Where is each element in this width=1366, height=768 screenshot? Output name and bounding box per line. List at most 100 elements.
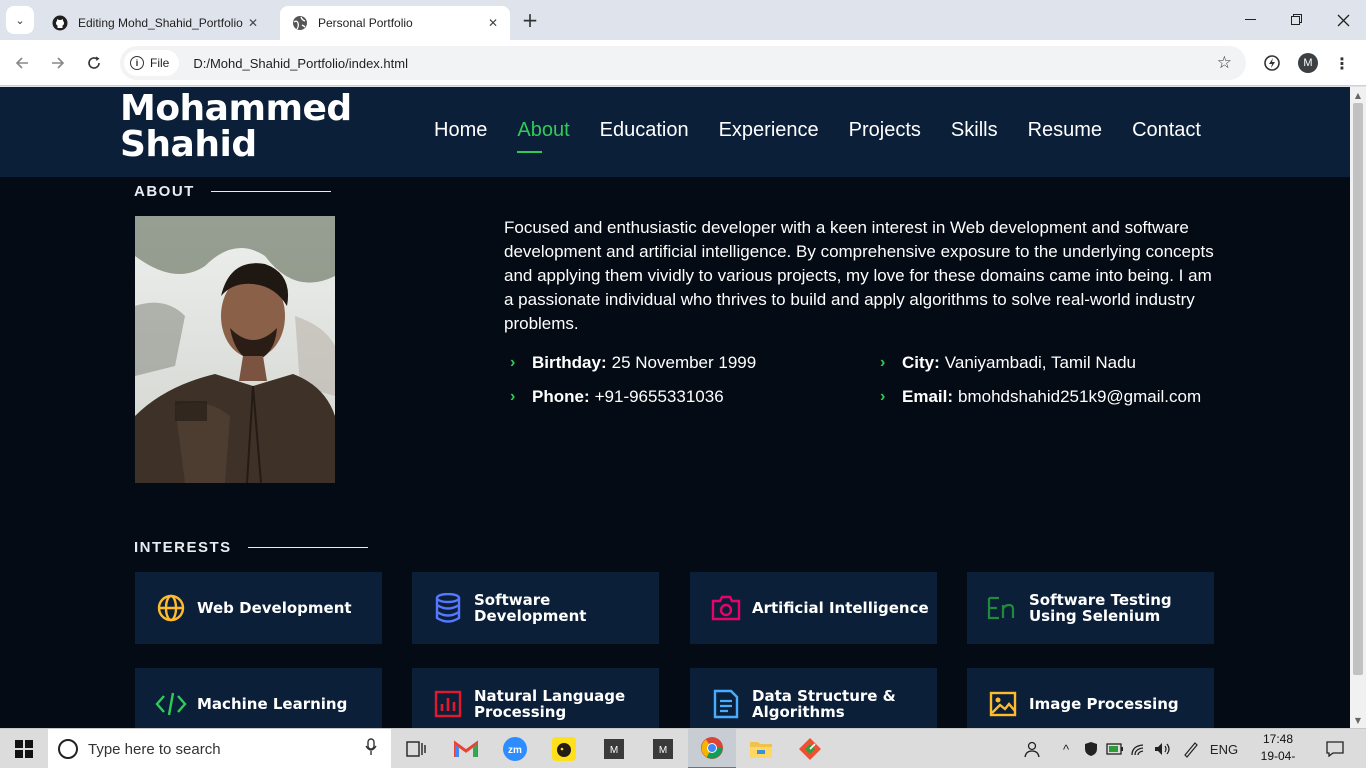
notification-icon[interactable] [1320,729,1350,768]
github-icon [52,15,68,31]
tab-title: Personal Portfolio [318,16,413,30]
image-icon [987,688,1019,720]
site-info-chip[interactable]: i File [124,50,180,76]
interest-card[interactable]: Software Testing Using Selenium [967,572,1214,644]
new-tab-button[interactable]: + [518,8,542,32]
svg-text:zm: zm [508,745,522,756]
zoom-icon[interactable]: zm [491,729,539,768]
chevron-up-icon[interactable]: ^ [1056,729,1076,768]
tab-github[interactable]: Editing Mohd_Shahid_Portfolio ✕ [40,6,270,40]
profile-avatar[interactable]: M [1296,51,1320,75]
interest-card[interactable]: Software Development [412,572,659,644]
interest-card[interactable]: Machine Learning [135,668,382,728]
page-scrollbar[interactable]: ▲ ▼ [1350,87,1366,728]
tab-portfolio[interactable]: Personal Portfolio ✕ [280,6,510,40]
interest-card[interactable]: Artificial Intelligence [690,572,937,644]
clock-date: 19-04-2024 [1260,749,1296,768]
close-window-icon[interactable] [1320,0,1366,40]
document-icon [710,688,742,720]
interests-section-title: INTERESTS [134,539,368,556]
nav-skills[interactable]: Skills [951,119,998,142]
profile-photo [135,216,335,483]
minimize-icon[interactable] [1228,0,1274,40]
gmail-icon[interactable] [442,729,490,768]
language-indicator[interactable]: ENG [1208,729,1240,768]
url-text[interactable]: D:/Mohd_Shahid_Portfolio/index.html [193,56,408,71]
nav-about[interactable]: About [517,119,570,153]
interest-card[interactable]: Data Structure & Algorithms [690,668,937,728]
title-divider [210,191,331,192]
address-bar[interactable]: i File D:/Mohd_Shahid_Portfolio/index.ht… [120,46,1246,80]
security-shield-icon[interactable] [1080,729,1102,768]
cortana-icon [58,739,78,759]
globe-icon [155,592,187,624]
windows-taskbar: Type here to search zm M M ^ ENG 17:48 1… [0,728,1366,768]
detail-email: › Email: bmohdshahid251k9@gmail.com [880,387,1202,406]
back-arrow-icon[interactable] [10,51,34,75]
browser-tab-strip: ⌄ Editing Mohd_Shahid_Portfolio ✕ Person… [0,0,1366,40]
system-clock[interactable]: 17:48 19-04-2024 [1250,731,1306,768]
chip-label: File [150,56,170,70]
about-section-title: ABOUT [134,183,331,200]
detail-city: › City: Vaniyambadi, Tamil Nadu [880,353,1136,372]
detail-phone: › Phone: +91-9655331036 [510,387,724,406]
reload-icon[interactable] [82,51,106,75]
bookmark-star-icon[interactable]: ☆ [1217,53,1232,73]
search-placeholder: Type here to search [88,740,221,758]
detail-birthday: › Birthday: 25 November 1999 [510,353,757,372]
restore-icon[interactable] [1274,0,1320,40]
more-menu-icon[interactable]: ⋮ [1330,51,1354,75]
close-tab-icon[interactable]: ✕ [484,14,502,32]
forward-arrow-icon[interactable] [46,51,70,75]
clock-time: 17:48 [1262,732,1294,746]
people-icon[interactable] [1018,729,1044,768]
interest-card[interactable]: Natural Language Processing [412,668,659,728]
pen-icon[interactable] [1178,729,1204,768]
nav-education[interactable]: Education [600,119,689,142]
svg-text:M: M [610,745,618,756]
nav-resume[interactable]: Resume [1028,119,1102,142]
tab-search-button[interactable]: ⌄ [6,6,34,34]
bar-chart-icon [432,688,464,720]
about-paragraph: Focused and enthusiastic developer with … [504,218,1214,333]
camera-icon [710,592,742,624]
nav-projects[interactable]: Projects [849,119,921,142]
taskbar-search-box[interactable]: Type here to search [48,729,391,768]
file-explorer-icon[interactable] [737,729,785,768]
nav-contact[interactable]: Contact [1132,119,1201,142]
performance-icon[interactable] [1260,51,1284,75]
chevron-right-icon: › [880,388,886,405]
interest-card[interactable]: Image Processing [967,668,1214,728]
svg-text:M: M [659,745,667,756]
main-nav: Home About Education Experience Projects… [434,119,1201,153]
scroll-up-icon[interactable]: ▲ [1350,87,1366,103]
git-gui-icon[interactable] [786,729,834,768]
volume-icon[interactable] [1152,729,1174,768]
page-viewport: Mohammed Shahid Home About Education Exp… [0,87,1350,728]
site-header: Mohammed Shahid Home About Education Exp… [0,87,1350,177]
code-icon [155,688,187,720]
title-divider [247,547,368,548]
interest-card[interactable]: Web Development [135,572,382,644]
close-tab-icon[interactable]: ✕ [244,14,262,32]
chevron-right-icon: › [510,388,516,405]
wifi-icon[interactable] [1128,729,1150,768]
site-logo[interactable]: Mohammed Shahid [120,91,380,163]
database-icon [432,592,464,624]
chevron-right-icon: › [880,354,886,371]
nav-experience[interactable]: Experience [719,119,819,142]
mailchimp-icon[interactable] [540,729,588,768]
task-view-icon[interactable] [392,729,440,768]
scroll-down-icon[interactable]: ▼ [1350,712,1366,728]
browser-toolbar: i File D:/Mohd_Shahid_Portfolio/index.ht… [0,40,1366,86]
app-m-icon[interactable]: M [590,729,638,768]
microphone-icon[interactable] [365,738,377,760]
battery-icon[interactable] [1104,729,1126,768]
chevron-right-icon: › [510,354,516,371]
globe-icon [292,15,308,31]
chrome-icon[interactable] [688,729,736,768]
windows-start-icon[interactable] [0,729,48,768]
app-m-icon[interactable]: M [639,729,687,768]
scroll-thumb[interactable] [1353,103,1363,675]
nav-home[interactable]: Home [434,119,487,142]
